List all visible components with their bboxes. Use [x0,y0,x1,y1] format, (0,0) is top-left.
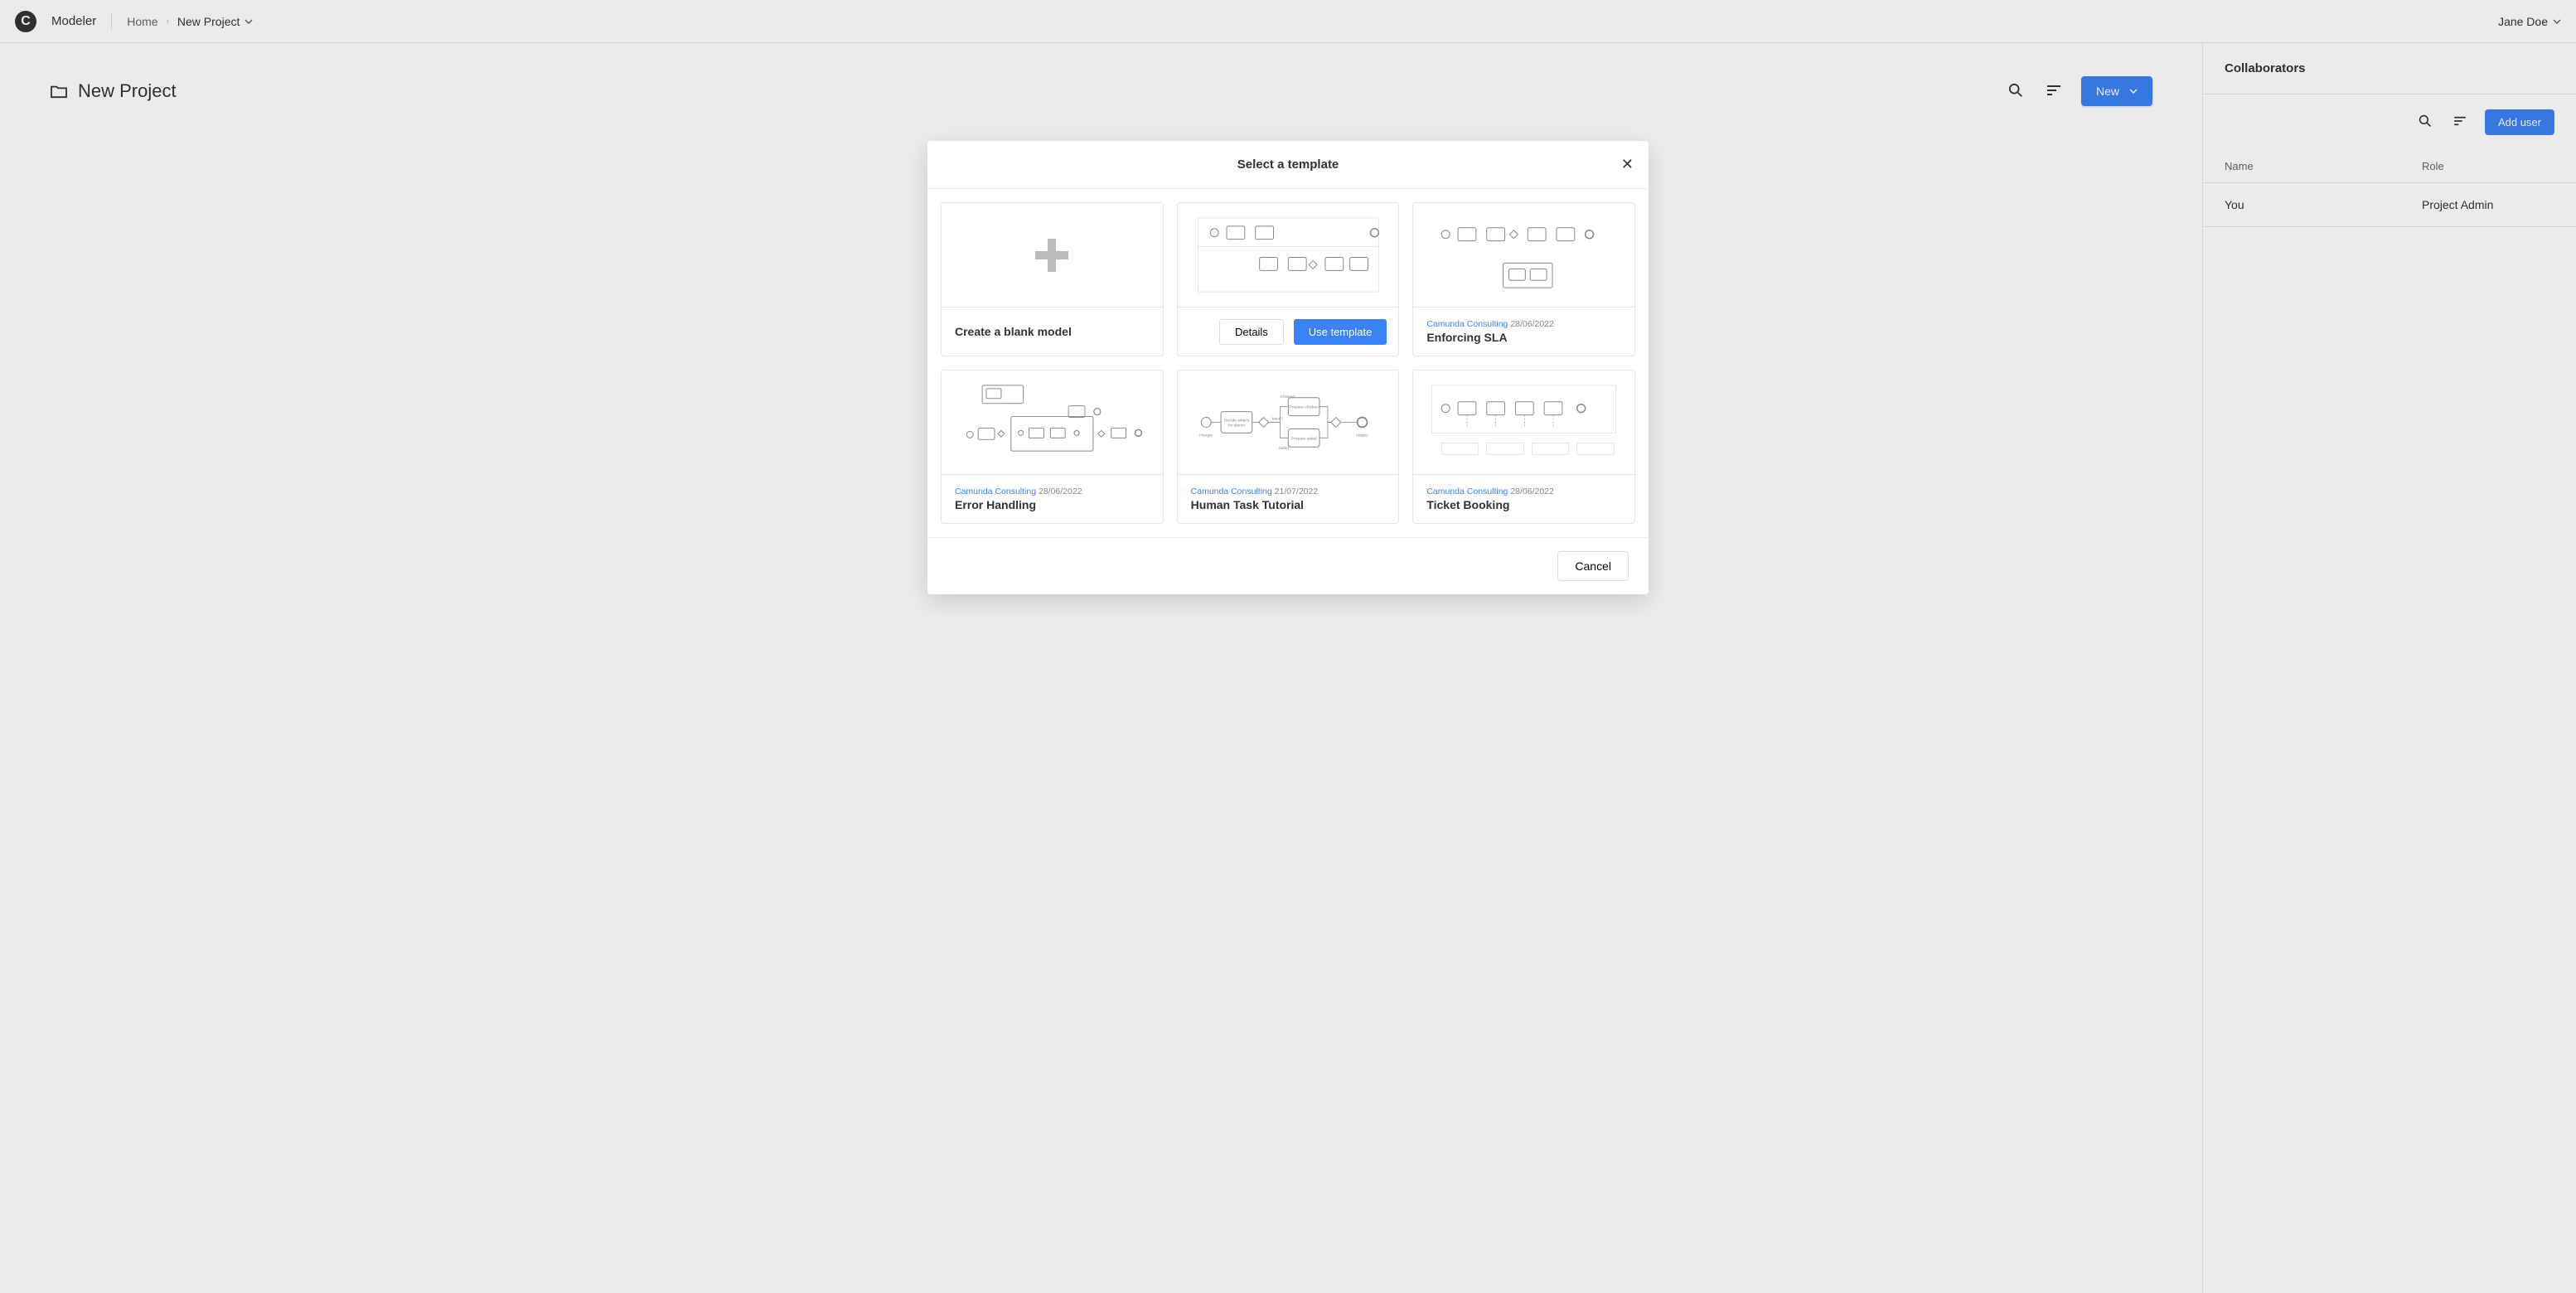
template-date: 28/06/2022 [1039,487,1082,496]
template-thumbnail [1178,203,1399,308]
template-title: Create a blank model [955,325,1150,338]
template-title: Enforcing SLA [1426,331,1621,344]
template-card-human-task-tutorial[interactable]: Hungry Decide what's for dinner Meal? Pr… [1177,370,1400,524]
svg-text:Meal?: Meal? [1271,417,1283,422]
template-meta: Camunda Consulting 28/06/2022 [1426,487,1621,496]
plus-icon [942,203,1163,308]
svg-text:Hungry: Hungry [1199,433,1213,438]
template-card-absence-request[interactable]: Details Use template [1177,202,1400,356]
template-meta: Camunda Consulting 21/07/2022 [1191,487,1386,496]
template-card-error-handling[interactable]: Camunda Consulting 28/06/2022 Error Hand… [941,370,1164,524]
svg-text:Happy: Happy [1356,433,1368,438]
template-meta: Camunda Consulting 28/06/2022 [1426,319,1621,329]
modal-title: Select a template [1237,157,1339,172]
template-date: 28/06/2022 [1510,319,1554,329]
template-meta: Camunda Consulting 28/06/2022 [955,487,1150,496]
template-title: Human Task Tutorial [1191,498,1386,511]
template-card-enforcing-sla[interactable]: Camunda Consulting 28/06/2022 Enforcing … [1412,202,1635,356]
modal-close-button[interactable]: ✕ [1621,156,1634,173]
svg-text:Salad: Salad [1278,446,1289,451]
svg-text:Prepare salad: Prepare salad [1290,436,1316,441]
template-author: Camunda Consulting [1426,487,1508,496]
modal-footer: Cancel [927,537,1649,594]
svg-text:Decide what's: Decide what's [1223,419,1249,424]
template-grid: Create a blank model [927,189,1649,537]
modal-header: Select a template ✕ [927,141,1649,189]
svg-text:Chicken: Chicken [1280,395,1295,400]
template-card-blank[interactable]: Create a blank model [941,202,1164,356]
use-template-button[interactable]: Use template [1294,319,1387,345]
template-title: Ticket Booking [1426,498,1621,511]
template-author: Camunda Consulting [955,487,1036,496]
template-card-ticket-booking[interactable]: Camunda Consulting 28/06/2022 Ticket Boo… [1412,370,1635,524]
template-thumbnail [942,370,1163,475]
details-button[interactable]: Details [1219,319,1284,345]
template-author: Camunda Consulting [1191,487,1272,496]
svg-text:for dinner: for dinner [1227,423,1245,428]
template-thumbnail [1413,203,1634,308]
template-author: Camunda Consulting [1426,319,1508,329]
template-modal: Select a template ✕ Create a blank model [927,141,1649,594]
template-thumbnail [1413,370,1634,475]
close-icon: ✕ [1621,156,1634,172]
template-date: 28/06/2022 [1510,487,1554,496]
cancel-button[interactable]: Cancel [1557,551,1629,581]
template-date: 21/07/2022 [1275,487,1319,496]
svg-text:Prepare chicken: Prepare chicken [1289,405,1319,410]
modal-overlay: Select a template ✕ Create a blank model [0,0,2576,1293]
template-title: Error Handling [955,498,1150,511]
template-thumbnail: Hungry Decide what's for dinner Meal? Pr… [1178,370,1399,475]
